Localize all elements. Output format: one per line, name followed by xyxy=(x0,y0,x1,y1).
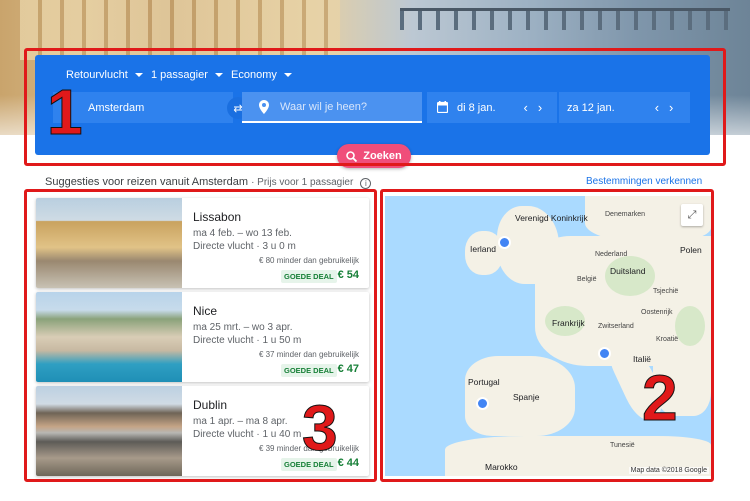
hero-pier xyxy=(400,8,730,30)
info-icon[interactable]: i xyxy=(360,178,372,189)
annotation-number-3: 3 xyxy=(302,392,339,464)
suggestions-title: Suggesties voor reizen vanuit Amsterdam … xyxy=(45,176,372,189)
annotation-number-1: 1 xyxy=(47,76,84,148)
explore-destinations-link[interactable]: Bestemmingen verkennen xyxy=(586,176,702,187)
annotation-box-1 xyxy=(24,48,726,166)
annotation-box-2 xyxy=(380,189,714,482)
annotation-number-2: 2 xyxy=(642,362,679,434)
